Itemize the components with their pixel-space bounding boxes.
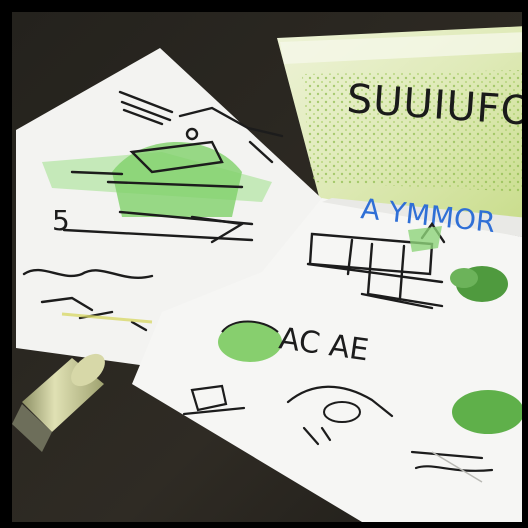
drawings-photo: SUUIUFOR 5 A YMMOR AC AE [12, 12, 522, 522]
left-sheet-number: 5 [52, 204, 70, 237]
bush-bottom [452, 390, 522, 434]
photo-frame: SUUIUFOR 5 A YMMOR AC AE [0, 0, 528, 528]
